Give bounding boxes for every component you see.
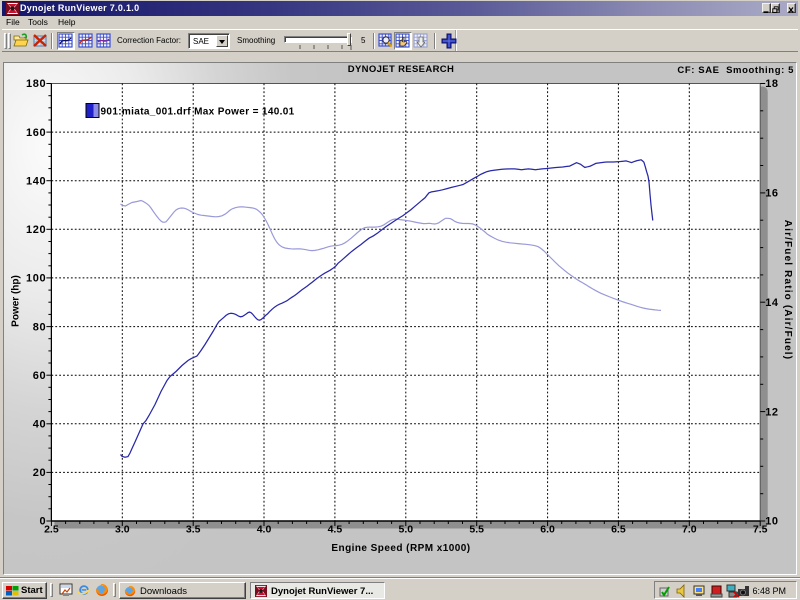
svg-text:Engine Speed (RPM x1000): Engine Speed (RPM x1000) xyxy=(331,543,470,554)
svg-text:180: 180 xyxy=(26,78,46,90)
svg-text:120: 120 xyxy=(26,224,46,236)
svg-text:5.5: 5.5 xyxy=(469,524,484,536)
svg-text:Air/Fuel Ratio (Air/Fuel): Air/Fuel Ratio (Air/Fuel) xyxy=(782,220,793,360)
svg-text:2.5: 2.5 xyxy=(44,524,59,536)
svg-text:7.0: 7.0 xyxy=(682,524,697,536)
svg-text:CF: SAE Smoothing: 5: CF: SAE Smoothing: 5 xyxy=(677,65,794,76)
svg-text:20: 20 xyxy=(33,467,46,479)
svg-text:6.0: 6.0 xyxy=(540,524,555,536)
svg-text:40: 40 xyxy=(33,419,46,431)
svg-text:140: 140 xyxy=(26,175,46,187)
svg-text:12: 12 xyxy=(765,406,778,418)
svg-text:60: 60 xyxy=(33,370,46,382)
svg-text:4.5: 4.5 xyxy=(328,524,343,536)
svg-text:16: 16 xyxy=(765,188,778,200)
svg-text:160: 160 xyxy=(26,127,46,139)
svg-text:10: 10 xyxy=(765,516,778,528)
svg-text:3.5: 3.5 xyxy=(186,524,201,536)
svg-text:100: 100 xyxy=(26,273,46,285)
svg-text:5.0: 5.0 xyxy=(398,524,413,536)
svg-text:Power (hp): Power (hp) xyxy=(11,275,22,327)
svg-text:18: 18 xyxy=(765,78,778,90)
svg-text:80: 80 xyxy=(33,321,46,333)
svg-text:DYNOJET RESEARCH: DYNOJET RESEARCH xyxy=(348,64,454,75)
svg-text:4.0: 4.0 xyxy=(257,524,272,536)
svg-text:6.5: 6.5 xyxy=(611,524,626,536)
svg-text:14: 14 xyxy=(765,297,779,309)
svg-text:901:miata_001.drf Max Power =: 901:miata_001.drf Max Power = 140.01 xyxy=(101,107,295,118)
svg-text:3.0: 3.0 xyxy=(115,524,130,536)
